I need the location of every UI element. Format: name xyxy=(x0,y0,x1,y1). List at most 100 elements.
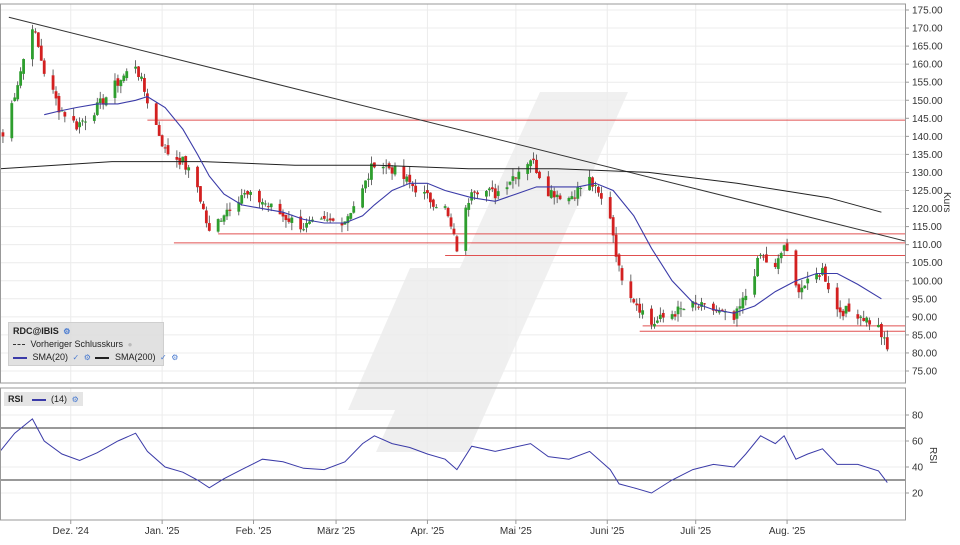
candle-body xyxy=(187,167,191,171)
candle-body xyxy=(511,176,515,181)
time-tick-label: März '25 xyxy=(317,526,355,537)
candle-body xyxy=(573,197,577,199)
candle-body xyxy=(753,276,757,295)
candle-body xyxy=(785,243,789,252)
rsi-legend-label: RSI xyxy=(8,394,24,404)
candle-body xyxy=(75,121,79,130)
legend-symbol-row[interactable]: RDC@IBIS ⚙ xyxy=(13,325,70,337)
candle-body xyxy=(576,187,580,199)
candle-body xyxy=(449,217,453,227)
candle-body xyxy=(243,193,247,195)
candle-body xyxy=(617,254,621,266)
candle-body xyxy=(340,223,344,226)
candle-body xyxy=(496,191,500,197)
candle-body xyxy=(414,185,418,193)
candle-body xyxy=(287,218,291,222)
candle-body xyxy=(552,191,556,198)
candle-body xyxy=(620,268,624,281)
settings-icon[interactable]: ⚙ xyxy=(84,353,91,362)
candle-body xyxy=(160,135,164,147)
price-tick-label: 165.00 xyxy=(912,42,943,53)
candle-body xyxy=(570,196,574,200)
candle-body xyxy=(635,303,639,306)
price-legend: RDC@IBIS ⚙ Vorheriger Schlusskurs ● SMA(… xyxy=(8,322,178,366)
candle-body xyxy=(579,187,583,189)
price-tick-label: 175.00 xyxy=(912,6,943,17)
candle-body xyxy=(405,176,409,182)
candle-body xyxy=(473,191,477,193)
candle-body xyxy=(670,314,674,319)
candle-body xyxy=(824,266,827,282)
candle-body xyxy=(493,188,497,199)
candle-body xyxy=(434,207,438,209)
rsi-tick-label: 80 xyxy=(912,411,924,422)
candle-body xyxy=(199,186,202,202)
candle-body xyxy=(57,96,61,113)
candle-body xyxy=(390,167,394,174)
price-tick-label: 120.00 xyxy=(912,204,943,215)
legend-sma200: SMA(200) xyxy=(114,352,156,362)
check-icon[interactable]: ✓ xyxy=(73,353,80,362)
settings-icon[interactable]: ⚙ xyxy=(171,353,178,362)
check-icon[interactable]: ✓ xyxy=(160,353,167,362)
candle-body xyxy=(800,287,804,293)
candle-body xyxy=(31,29,34,60)
candle-body xyxy=(402,166,406,179)
candle-body xyxy=(588,176,591,191)
candle-body xyxy=(202,203,205,210)
candle-body xyxy=(281,212,285,217)
price-tick-label: 95.00 xyxy=(912,294,937,305)
candle-body xyxy=(476,192,479,195)
chart-canvas: 175.00 170.00 165.00 160.00 155.00 150.00 145.… xyxy=(0,0,960,540)
settings-icon[interactable]: ⚙ xyxy=(63,327,70,336)
price-tick-label: 105.00 xyxy=(912,258,943,269)
candle-body xyxy=(222,215,226,222)
rsi-axis-label: RSI xyxy=(927,447,938,464)
candle-body xyxy=(51,75,55,90)
candle-body xyxy=(228,209,232,211)
candle-body xyxy=(779,253,783,259)
candle-body xyxy=(517,171,521,180)
candle-body xyxy=(877,324,880,328)
candle-body xyxy=(331,218,335,221)
settings-icon[interactable]: ⚙ xyxy=(72,395,79,404)
candle-body xyxy=(608,197,612,219)
candle-body xyxy=(885,337,889,350)
rsi-legend: RSI (14) ⚙ xyxy=(4,392,83,406)
candle-body xyxy=(655,320,659,323)
candle-body xyxy=(157,125,161,136)
candle-body xyxy=(260,202,264,205)
candle-body xyxy=(835,287,839,310)
candle-body xyxy=(490,187,494,190)
candle-body xyxy=(597,186,600,193)
candle-body xyxy=(549,190,553,198)
candle-body xyxy=(446,207,450,217)
candle-body xyxy=(36,32,40,47)
candle-body xyxy=(19,71,23,86)
candle-body xyxy=(16,85,20,100)
candle-body xyxy=(134,66,138,69)
candle-body xyxy=(629,281,633,299)
price-tick-label: 85.00 xyxy=(912,330,937,341)
sma200-line-icon xyxy=(95,356,110,359)
legend-symbol: RDC@IBIS xyxy=(13,326,59,336)
candle-body xyxy=(39,45,43,61)
candle-body xyxy=(163,147,167,149)
candle-body xyxy=(42,60,46,74)
candle-body xyxy=(532,158,535,161)
candle-body xyxy=(759,254,762,256)
candle-body xyxy=(880,324,883,338)
legend-prev-close-row: Vorheriger Schlusskurs ● xyxy=(13,338,132,350)
candle-body xyxy=(367,178,370,180)
candle-body xyxy=(184,156,188,170)
price-tick-label: 160.00 xyxy=(912,60,943,71)
candle-body xyxy=(599,193,603,199)
price-tick-label: 75.00 xyxy=(912,367,937,378)
candle-body xyxy=(815,273,818,280)
candle-body xyxy=(703,303,706,305)
candle-body xyxy=(762,256,765,258)
candle-body xyxy=(175,156,179,160)
candle-body xyxy=(567,197,571,202)
candle-body xyxy=(370,163,373,180)
candle-body xyxy=(92,115,96,121)
